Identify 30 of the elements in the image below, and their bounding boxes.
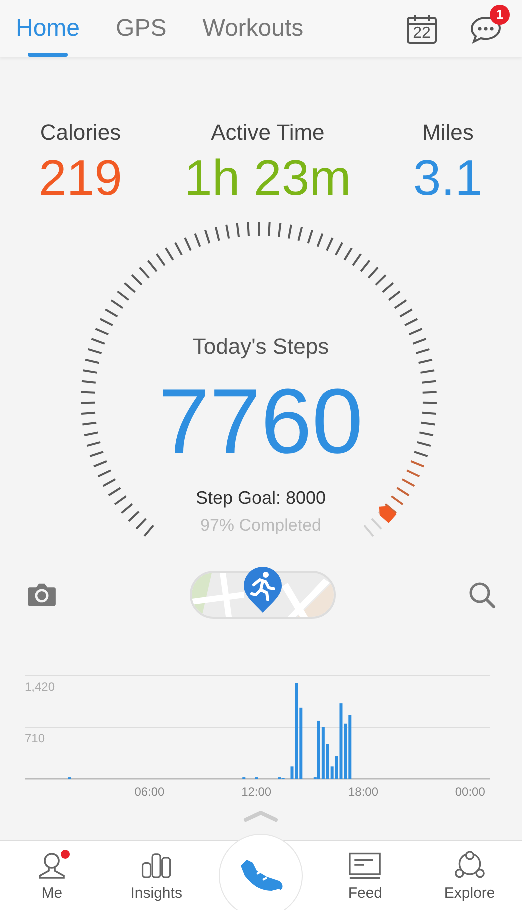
network-icon (454, 851, 486, 881)
axis-label: 710 (25, 732, 46, 746)
nav-tab[interactable]: Explore (418, 841, 522, 910)
stat-label: Calories (40, 119, 122, 147)
completion-text: 97% Completed (200, 515, 322, 537)
nav-tab[interactable]: Feed (313, 841, 418, 910)
axis-label: 06:00 (134, 785, 165, 796)
camera-icon[interactable] (26, 582, 58, 608)
bar-chart-icon (140, 851, 173, 881)
progress-marker (379, 506, 397, 524)
axis-label: 18:00 (348, 785, 379, 796)
tab[interactable]: Workouts (202, 0, 304, 57)
stat-label: Miles (422, 119, 474, 147)
axis-label: 00:00 (455, 785, 486, 796)
tab[interactable]: GPS (116, 0, 167, 57)
steps-count: 7760 (158, 372, 364, 472)
axis-label: 1,420 (25, 680, 56, 694)
location-pin-icon (242, 565, 284, 615)
steps-title: Today's Steps (192, 333, 330, 361)
step-goal: Step Goal: 8000 (196, 487, 326, 510)
axis-label: 12:00 (242, 785, 272, 796)
stat-value: 3.1 (413, 149, 483, 208)
stat-value: 1h 23m (184, 149, 352, 208)
nav-tab[interactable]: Insights (104, 841, 209, 910)
stat-label: Active Time (211, 119, 325, 147)
stat-value: 219 (39, 149, 122, 208)
nav-tab[interactable]: Me (0, 841, 104, 910)
notification-badge: 1 (490, 4, 510, 24)
newspaper-icon (349, 851, 382, 881)
search-icon[interactable] (468, 581, 496, 609)
